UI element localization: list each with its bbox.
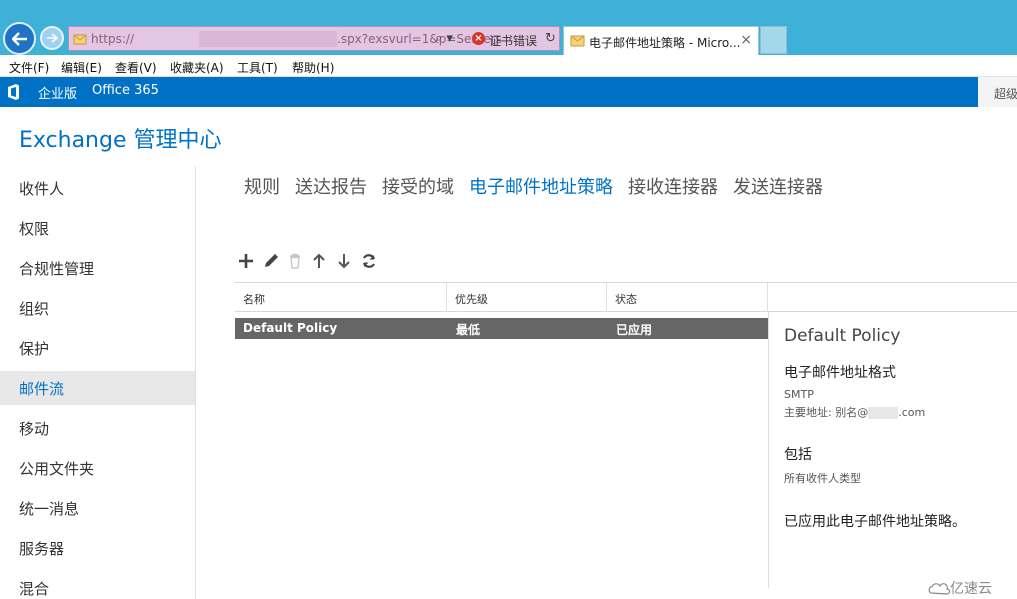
brand-office365[interactable]: Office 365: [92, 83, 159, 98]
address-bar[interactable]: https:// .spx?exsvurl=1&p=Servers ⌕ ▾ × …: [68, 26, 560, 51]
detail-pane: Default Policy 电子邮件地址格式 SMTP 主要地址: 别名@ .c…: [768, 312, 1017, 588]
nav-item-label: 统一消息: [19, 500, 80, 518]
cell-status: 已应用: [616, 323, 653, 337]
nav-item-recipients[interactable]: 收件人: [0, 171, 195, 205]
tab-title: 电子邮件地址策略 - Micro...: [589, 36, 741, 50]
brand-enterprise[interactable]: 企业版: [38, 83, 77, 102]
browser-refresh-icon[interactable]: ↻: [545, 31, 556, 46]
tab-favicon-icon: [570, 35, 585, 47]
nav-item-servers[interactable]: 服务器: [0, 531, 195, 565]
nav-item-label: 组织: [19, 300, 50, 318]
watermark-text: 亿速云: [950, 581, 992, 597]
nav-item-label: 服务器: [19, 540, 65, 558]
primary-address-redacted: [868, 407, 899, 419]
detail-smtp: SMTP: [784, 388, 814, 401]
nav-item-protection[interactable]: 保护: [0, 331, 195, 365]
browser-tab-active[interactable]: 电子邮件地址策略 - Micro... ×: [563, 26, 759, 55]
nav-item-public-folders[interactable]: 公用文件夹: [0, 451, 195, 485]
move-down-icon[interactable]: [334, 250, 354, 272]
address-url-scheme: https://: [91, 32, 135, 46]
arrow-left-icon: [11, 31, 27, 46]
nav-item-label: 混合: [19, 580, 50, 598]
cert-error-icon[interactable]: ×: [472, 32, 485, 45]
watermark: 亿速云: [928, 578, 992, 598]
column-header-name[interactable]: 名称: [235, 283, 447, 312]
nav-item-label: 合规性管理: [19, 260, 95, 278]
tab-accepted-domains[interactable]: 接受的域: [382, 173, 454, 199]
page-favicon-icon: [73, 34, 87, 45]
nav-item-label: 权限: [19, 220, 50, 238]
nav-item-unified-messaging[interactable]: 统一消息: [0, 491, 195, 525]
menu-file[interactable]: 文件(F): [9, 59, 49, 76]
edit-icon[interactable]: [261, 250, 281, 272]
menu-favorites[interactable]: 收藏夹(A): [170, 59, 224, 76]
table-header: 名称 优先级 状态: [235, 282, 1017, 312]
page-title: Exchange 管理中心: [19, 128, 222, 153]
tab-delivery-reports[interactable]: 送达报告: [295, 173, 367, 199]
nav-item-label: 收件人: [19, 180, 65, 198]
office-logo-icon[interactable]: [7, 84, 20, 100]
nav-item-hybrid[interactable]: 混合: [0, 571, 195, 599]
tab-rules[interactable]: 规则: [244, 173, 280, 199]
column-header-priority[interactable]: 优先级: [447, 283, 607, 312]
cert-error-label[interactable]: 证书错误: [489, 32, 537, 49]
menu-tools[interactable]: 工具(T): [237, 59, 278, 76]
nav-item-mail-flow[interactable]: 邮件流: [0, 371, 195, 405]
nav-item-label: 保护: [19, 340, 50, 358]
nav-item-permissions[interactable]: 权限: [0, 211, 195, 245]
table-row[interactable]: Default Policy 最低 已应用: [235, 318, 768, 339]
menu-view[interactable]: 查看(V): [115, 59, 157, 76]
admin-menu[interactable]: 超级: [978, 77, 1017, 107]
menu-edit[interactable]: 编辑(E): [61, 59, 102, 76]
menu-help[interactable]: 帮助(H): [292, 59, 334, 76]
nav-item-compliance[interactable]: 合规性管理: [0, 251, 195, 285]
browser-title-bar: https:// .spx?exsvurl=1&p=Servers ⌕ ▾ × …: [0, 0, 1017, 55]
move-up-icon[interactable]: [309, 250, 329, 272]
sub-tabs: 规则 送达报告 接受的域 电子邮件地址策略 接收连接器 发送连接器: [244, 173, 838, 199]
nav-item-label: 移动: [19, 420, 50, 438]
tab-send-connectors[interactable]: 发送连接器: [733, 173, 823, 199]
address-url-redacted: [199, 31, 337, 47]
column-header-status[interactable]: 状态: [607, 283, 768, 312]
cell-priority: 最低: [456, 323, 481, 337]
admin-label: 超级: [994, 87, 1017, 101]
menu-bar: 文件(F) 编辑(E) 查看(V) 收藏夹(A) 工具(T) 帮助(H): [0, 55, 1017, 77]
left-nav: 收件人 权限 合规性管理 组织 保护 邮件流 移动 公用文件夹 统一消息 服务器…: [0, 166, 196, 599]
nav-item-mobile[interactable]: 移动: [0, 411, 195, 445]
app-bar: 企业版 Office 365 超级: [0, 77, 1017, 107]
detail-include-heading: 包括: [784, 447, 812, 463]
refresh-icon[interactable]: [359, 250, 379, 272]
detail-include-value: 所有收件人类型: [784, 472, 861, 485]
primary-address-suffix: .com: [898, 406, 926, 419]
forward-button[interactable]: [40, 26, 64, 50]
delete-icon[interactable]: [285, 250, 305, 272]
add-icon[interactable]: [236, 250, 256, 272]
primary-address-prefix: 主要地址: 别名@: [784, 406, 869, 419]
cell-name: Default Policy: [243, 321, 338, 335]
cloud-logo-icon: [928, 583, 950, 595]
detail-title: Default Policy: [784, 326, 901, 346]
detail-format-heading: 电子邮件地址格式: [784, 365, 896, 381]
search-dropdown-icon[interactable]: ⌕ ▾: [435, 31, 453, 46]
detail-primary-address: 主要地址: 别名@ .com: [784, 404, 925, 420]
tab-close-icon[interactable]: ×: [740, 32, 752, 48]
tab-receive-connectors[interactable]: 接收连接器: [628, 173, 718, 199]
nav-item-label: 邮件流: [19, 380, 65, 398]
tab-email-address-policies[interactable]: 电子邮件地址策略: [469, 173, 613, 199]
arrow-right-icon: [47, 33, 58, 43]
back-button[interactable]: [3, 22, 36, 55]
new-tab-button[interactable]: [760, 26, 787, 54]
nav-item-label: 公用文件夹: [19, 460, 95, 478]
detail-applied-text: 已应用此电子邮件地址策略。: [784, 514, 966, 530]
nav-item-organization[interactable]: 组织: [0, 291, 195, 325]
